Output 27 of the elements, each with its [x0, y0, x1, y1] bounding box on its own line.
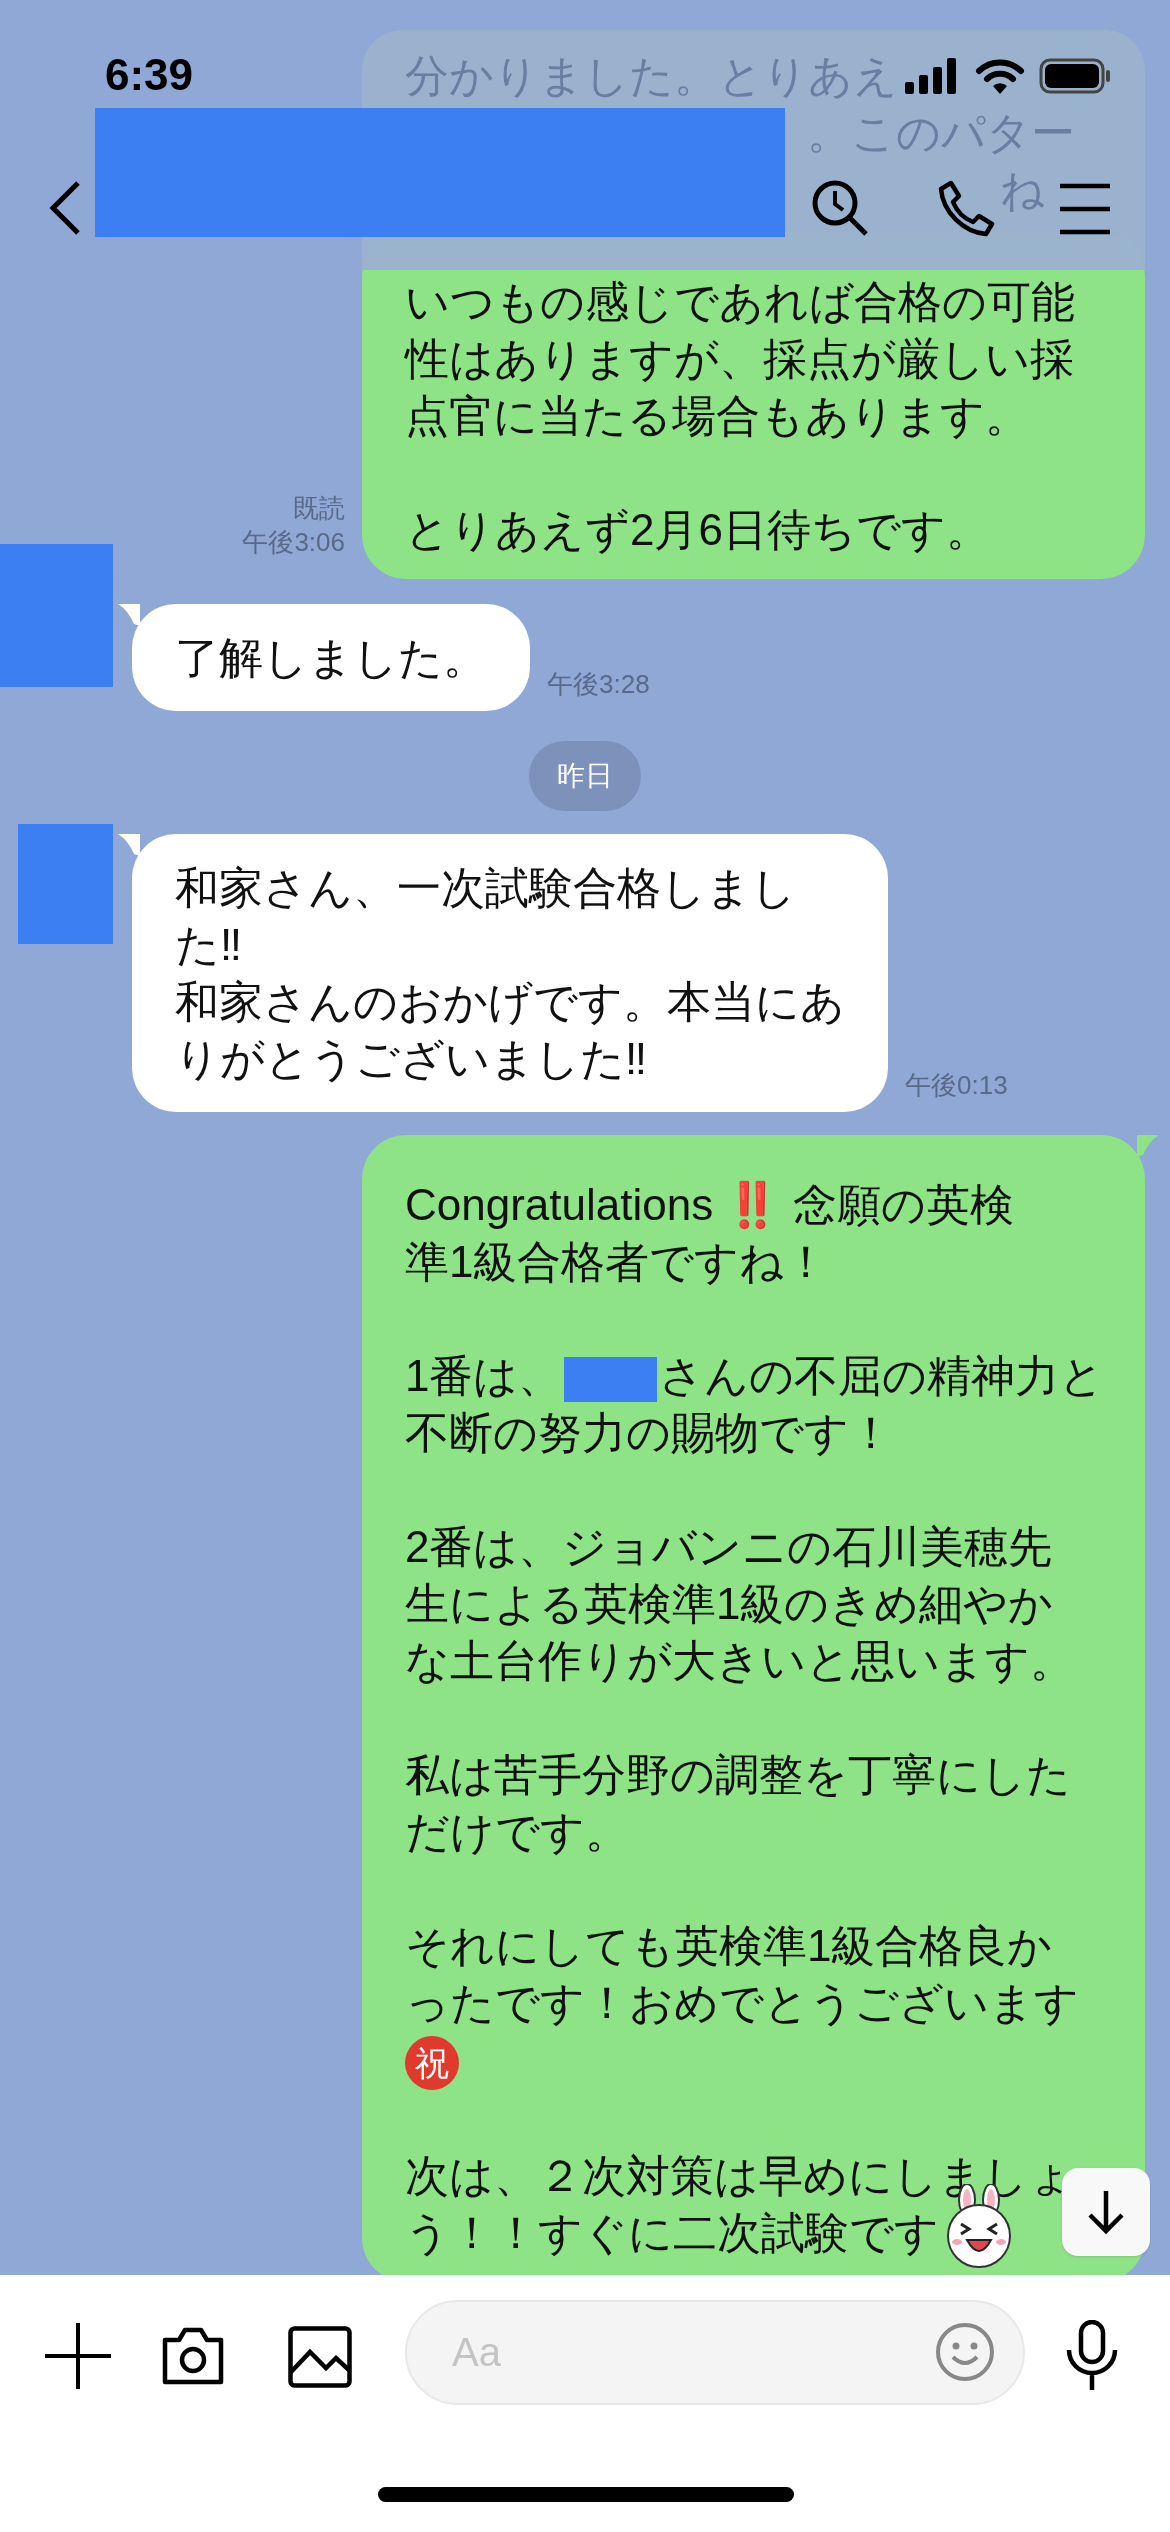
message-time: 午後3:06: [242, 526, 345, 559]
message-text: 私は苦手分野の調整を丁寧にした だけです。: [405, 1749, 1072, 1858]
plus-icon[interactable]: [45, 2323, 111, 2389]
phone-icon[interactable]: [937, 180, 995, 238]
message-time: 午後0:13: [905, 1069, 1008, 1102]
message-text: 和家さん、一次試験合格しまし た‼ 和家さんのおかげです。本当にあ りがとうございました‼: [175, 862, 845, 1085]
battery-icon: [1039, 58, 1111, 94]
image-icon[interactable]: [288, 2326, 352, 2388]
message-text: とりあえず2月6日待ちです。: [405, 504, 991, 556]
message-text: 2番は、ジョバンニの石川美穂先 生による英検準1級のきめ細やか な土台作りが大きいと思います。: [405, 1521, 1075, 1687]
microphone-icon[interactable]: [1065, 2320, 1119, 2390]
message-text: いつもの感じであれば合格の可能 性はありますが、採点が厳しい採 点官に当たる場合もあります。: [405, 276, 1076, 442]
message-time: 午後3:28: [547, 668, 650, 701]
message-text: Congratulations ‼ 念願の英検 準1級合格者ですね！: [405, 1179, 1015, 1288]
status-time: 6:39: [105, 50, 194, 100]
message-text: 1番は、 さんの不屈の精神力と 不断の努力の賜物です！: [405, 1350, 1102, 1459]
read-receipt: 既読: [293, 492, 345, 525]
wifi-icon: [975, 58, 1025, 94]
search-icon[interactable]: [810, 178, 870, 238]
message-text: それにしても英検準1級合格良か ったです！おめでとうございます 祝: [405, 1917, 1102, 2091]
message-text: 了解しました。: [175, 632, 487, 684]
arrow-down-icon: [1086, 2189, 1126, 2235]
date-label: 昨日: [529, 741, 641, 811]
emoji-icon[interactable]: [935, 2322, 995, 2382]
back-icon[interactable]: [48, 180, 82, 236]
scroll-down-button[interactable]: [1062, 2168, 1150, 2256]
menu-icon[interactable]: [1060, 183, 1110, 235]
